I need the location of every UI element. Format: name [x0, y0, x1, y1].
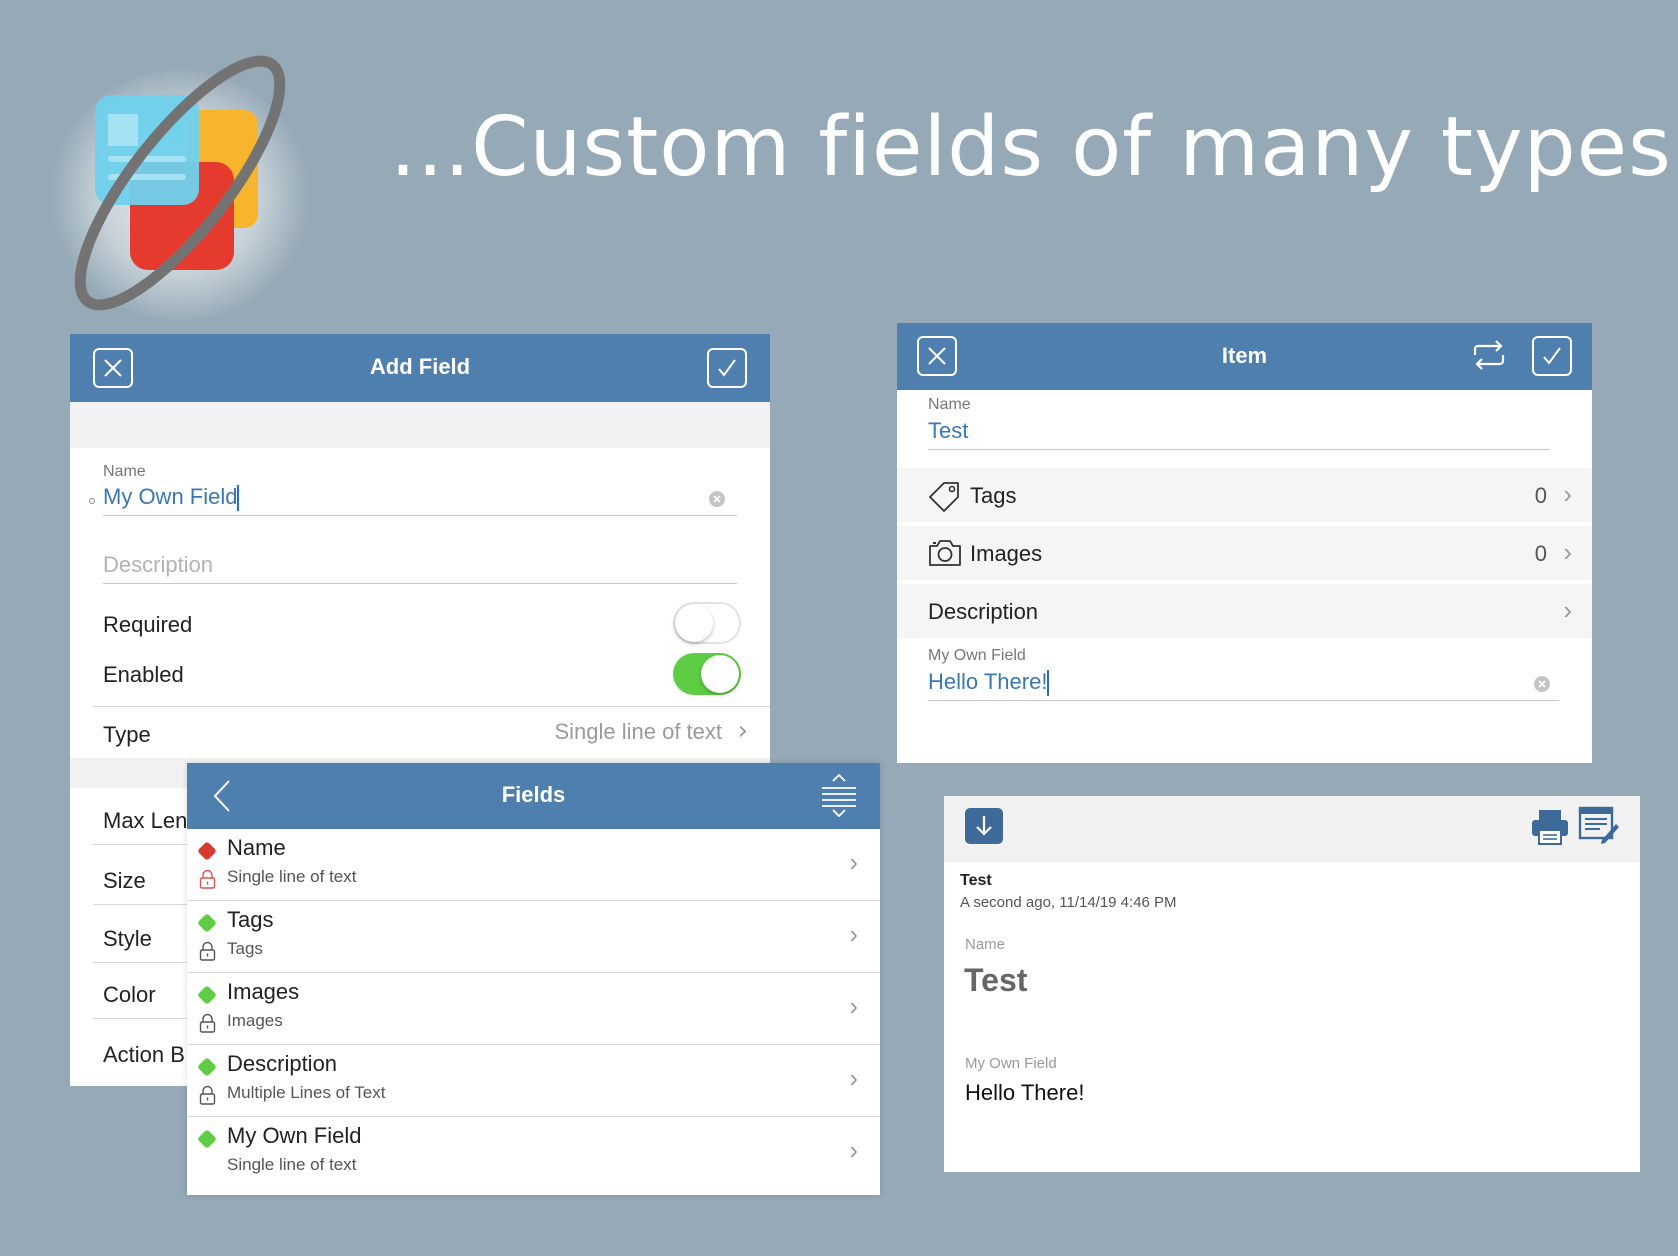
confirm-button[interactable]	[1532, 336, 1572, 376]
lock-icon	[199, 941, 216, 961]
print-icon[interactable]	[1530, 808, 1570, 846]
lock-icon	[199, 1085, 216, 1105]
field-title: Name	[227, 835, 286, 860]
reorder-icon[interactable]	[820, 773, 858, 817]
list-item[interactable]: Name Single line of text ›	[187, 829, 880, 901]
detail-toolbar	[944, 796, 1640, 862]
status-dot-icon	[197, 841, 217, 861]
chevron-right-icon: ›	[1563, 595, 1572, 625]
name-underline	[928, 449, 1550, 450]
chevron-right-icon: ›	[1563, 479, 1572, 509]
confirm-button[interactable]	[707, 348, 747, 388]
action-button-row[interactable]: Action B	[103, 1042, 185, 1068]
detail-custom-label: My Own Field	[965, 1055, 1057, 1072]
name-input[interactable]: My Own Field	[103, 484, 240, 512]
required-toggle[interactable]	[673, 602, 741, 644]
enabled-label: Enabled	[103, 662, 184, 687]
chevron-right-icon: ›	[1563, 537, 1572, 567]
item-panel: Item Name Test Tags 0 › Images 0 › Descr…	[897, 323, 1592, 763]
max-length-row[interactable]: Max Len	[103, 808, 187, 834]
images-row[interactable]: Images 0 ›	[897, 526, 1592, 582]
name-input[interactable]: Test	[928, 418, 968, 444]
status-dot-icon	[197, 985, 217, 1005]
clear-icon[interactable]	[708, 490, 726, 508]
chevron-right-icon: ›	[849, 991, 858, 1021]
item-navbar: Item	[897, 323, 1592, 390]
edit-dot-icon	[89, 498, 95, 504]
add-field-navbar: Add Field	[70, 334, 770, 402]
description-label: Description	[928, 599, 1039, 624]
status-dot-icon	[197, 913, 217, 933]
name-label: Name	[928, 396, 971, 413]
item-detail-panel: Test A second ago, 11/14/19 4:46 PM Name…	[944, 796, 1640, 1172]
fields-panel: Fields Name Single line of text › Tags T…	[187, 763, 880, 1195]
detail-custom-value: Hello There!	[965, 1080, 1085, 1105]
field-type: Single line of text	[227, 1155, 357, 1174]
name-underline	[103, 515, 737, 516]
clear-icon[interactable]	[1533, 675, 1551, 693]
fields-navbar: Fields	[187, 763, 880, 829]
list-item[interactable]: Images Images ›	[187, 973, 880, 1045]
field-type: Tags	[227, 939, 263, 958]
status-dot-icon	[197, 1129, 217, 1149]
chevron-right-icon: ›	[849, 919, 858, 949]
custom-field-label: My Own Field	[928, 647, 1026, 664]
edit-icon[interactable]	[1578, 804, 1620, 846]
description-row[interactable]: Description ›	[897, 584, 1592, 640]
tags-count: 0	[1534, 483, 1547, 508]
chevron-right-icon: ›	[849, 1135, 858, 1165]
type-row[interactable]: Type Single line of text ›	[70, 707, 770, 758]
images-count: 0	[1534, 541, 1547, 566]
download-button[interactable]	[965, 808, 1003, 844]
list-item[interactable]: Description Multiple Lines of Text ›	[187, 1045, 880, 1117]
description-input[interactable]: Description	[103, 552, 213, 578]
field-type: Images	[227, 1011, 283, 1030]
sync-icon[interactable]	[1471, 337, 1507, 373]
type-value: Single line of text	[554, 719, 722, 744]
camera-icon	[929, 540, 961, 566]
type-label: Type	[103, 722, 151, 747]
field-type: Single line of text	[227, 867, 357, 886]
lock-icon	[199, 1013, 216, 1033]
style-row[interactable]: Style	[103, 926, 152, 952]
images-label: Images	[970, 541, 1043, 566]
custom-field-input[interactable]: Hello There!	[928, 669, 1050, 697]
add-field-form: Name My Own Field Description Required E…	[70, 448, 770, 758]
detail-name-value: Test	[964, 962, 1028, 998]
list-item[interactable]: My Own Field Single line of text ›	[187, 1117, 880, 1189]
detail-name-label: Name	[965, 936, 1006, 953]
detail-timestamp: A second ago, 11/14/19 4:46 PM	[960, 894, 1177, 911]
enabled-toggle[interactable]	[673, 653, 741, 695]
add-field-title: Add Field	[369, 354, 471, 379]
field-title: Images	[227, 979, 300, 1004]
tags-row[interactable]: Tags 0 ›	[897, 468, 1592, 524]
checkmark-icon	[1543, 347, 1561, 365]
checkmark-icon	[718, 359, 736, 377]
lock-icon	[199, 869, 216, 889]
detail-title: Test	[960, 872, 992, 889]
fields-title: Fields	[501, 782, 566, 807]
field-title: My Own Field	[227, 1123, 362, 1148]
download-icon	[976, 816, 992, 836]
description-underline	[103, 583, 737, 584]
size-row[interactable]: Size	[103, 868, 146, 894]
chevron-right-icon: ›	[737, 716, 748, 746]
field-title: Description	[227, 1051, 338, 1076]
app-logo	[40, 50, 320, 320]
chevron-right-icon: ›	[849, 847, 858, 877]
list-item[interactable]: Tags Tags ›	[187, 901, 880, 973]
tags-label: Tags	[970, 483, 1017, 508]
tag-icon	[929, 482, 959, 512]
status-dot-icon	[197, 1057, 217, 1077]
field-title: Tags	[227, 907, 274, 932]
headline: ...Custom fields of many types	[390, 100, 1672, 195]
field-type: Multiple Lines of Text	[227, 1083, 386, 1102]
custom-field-underline	[928, 700, 1559, 701]
chevron-right-icon: ›	[849, 1063, 858, 1093]
required-label: Required	[103, 612, 193, 637]
name-label: Name	[103, 463, 146, 480]
color-row[interactable]: Color	[103, 982, 156, 1008]
